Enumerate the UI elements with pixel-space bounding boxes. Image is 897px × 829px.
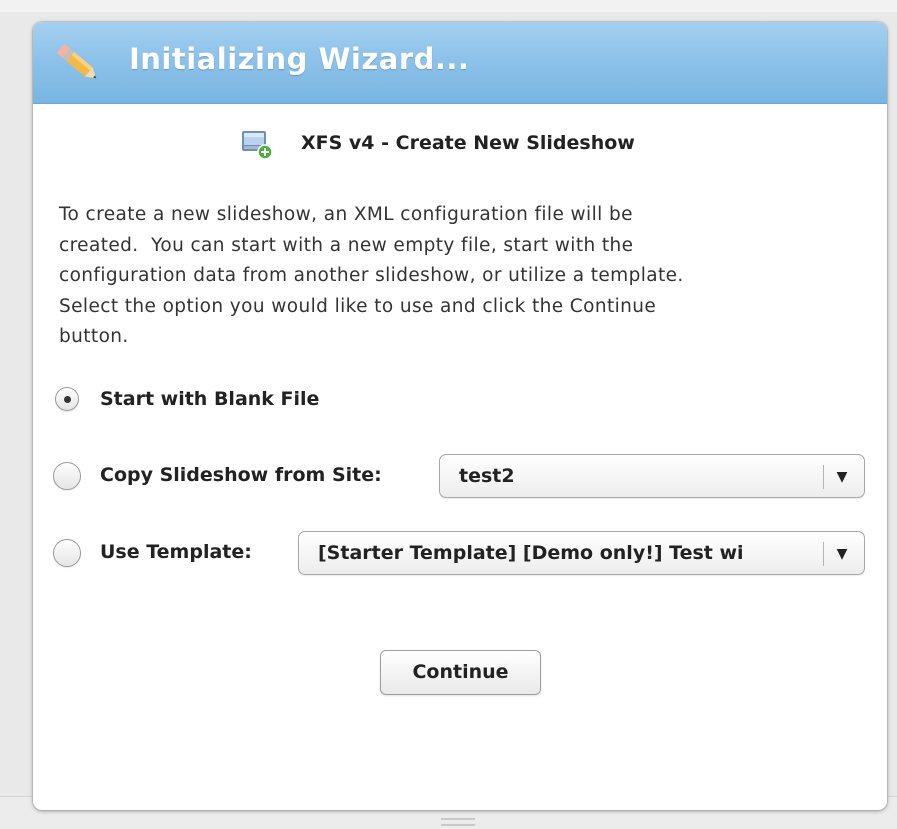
- description-line: To create a new slideshow, an XML config…: [59, 204, 633, 225]
- site-select-value: test2: [459, 465, 515, 487]
- option-copy-label: Copy Slideshow from Site:: [100, 464, 382, 486]
- select-divider: [823, 465, 824, 489]
- subtitle-row: XFS v4 - Create New Slideshow: [241, 126, 701, 162]
- option-blank-label: Start with Blank File: [100, 388, 320, 410]
- option-copy-slideshow[interactable]: Copy Slideshow from Site: test2 ▼: [53, 454, 873, 498]
- radio-blank-file[interactable]: [55, 387, 79, 411]
- backdrop-top: [0, 0, 897, 12]
- chevron-down-icon[interactable]: ▼: [830, 467, 854, 487]
- new-slideshow-icon: [242, 131, 273, 160]
- resize-grip-icon[interactable]: [441, 818, 475, 826]
- site-select[interactable]: test2 ▼: [439, 454, 865, 498]
- radio-copy-slideshow[interactable]: [53, 462, 81, 490]
- description-line: button.: [59, 326, 129, 347]
- radio-selected-dot: [63, 395, 71, 403]
- option-use-template[interactable]: Use Template: [Starter Template] [Demo o…: [53, 531, 873, 575]
- dialog-title: Initializing Wizard...: [129, 42, 470, 76]
- chevron-down-icon[interactable]: ▼: [830, 544, 854, 564]
- radio-use-template[interactable]: [53, 539, 81, 567]
- description-text: To create a new slideshow, an XML config…: [59, 200, 859, 353]
- option-blank-file[interactable]: Start with Blank File: [53, 378, 873, 422]
- description-line: Select the option you would like to use …: [59, 295, 657, 317]
- description-line: configuration data from another slidesho…: [59, 265, 684, 286]
- template-select-value: [Starter Template] [Demo only!] Test wi: [318, 542, 744, 564]
- description-line: created. You can start with a new empty …: [59, 234, 634, 256]
- pencil-icon: [57, 44, 97, 79]
- dialog-titlebar: Initializing Wizard...: [33, 22, 887, 104]
- subtitle-text: XFS v4 - Create New Slideshow: [301, 132, 635, 154]
- option-template-label: Use Template:: [100, 541, 252, 563]
- template-select[interactable]: [Starter Template] [Demo only!] Test wi …: [298, 531, 865, 575]
- continue-button[interactable]: Continue: [380, 650, 541, 695]
- wizard-dialog: Initializing Wizard... XFS v4 - Create N…: [33, 22, 887, 810]
- select-divider: [823, 542, 824, 566]
